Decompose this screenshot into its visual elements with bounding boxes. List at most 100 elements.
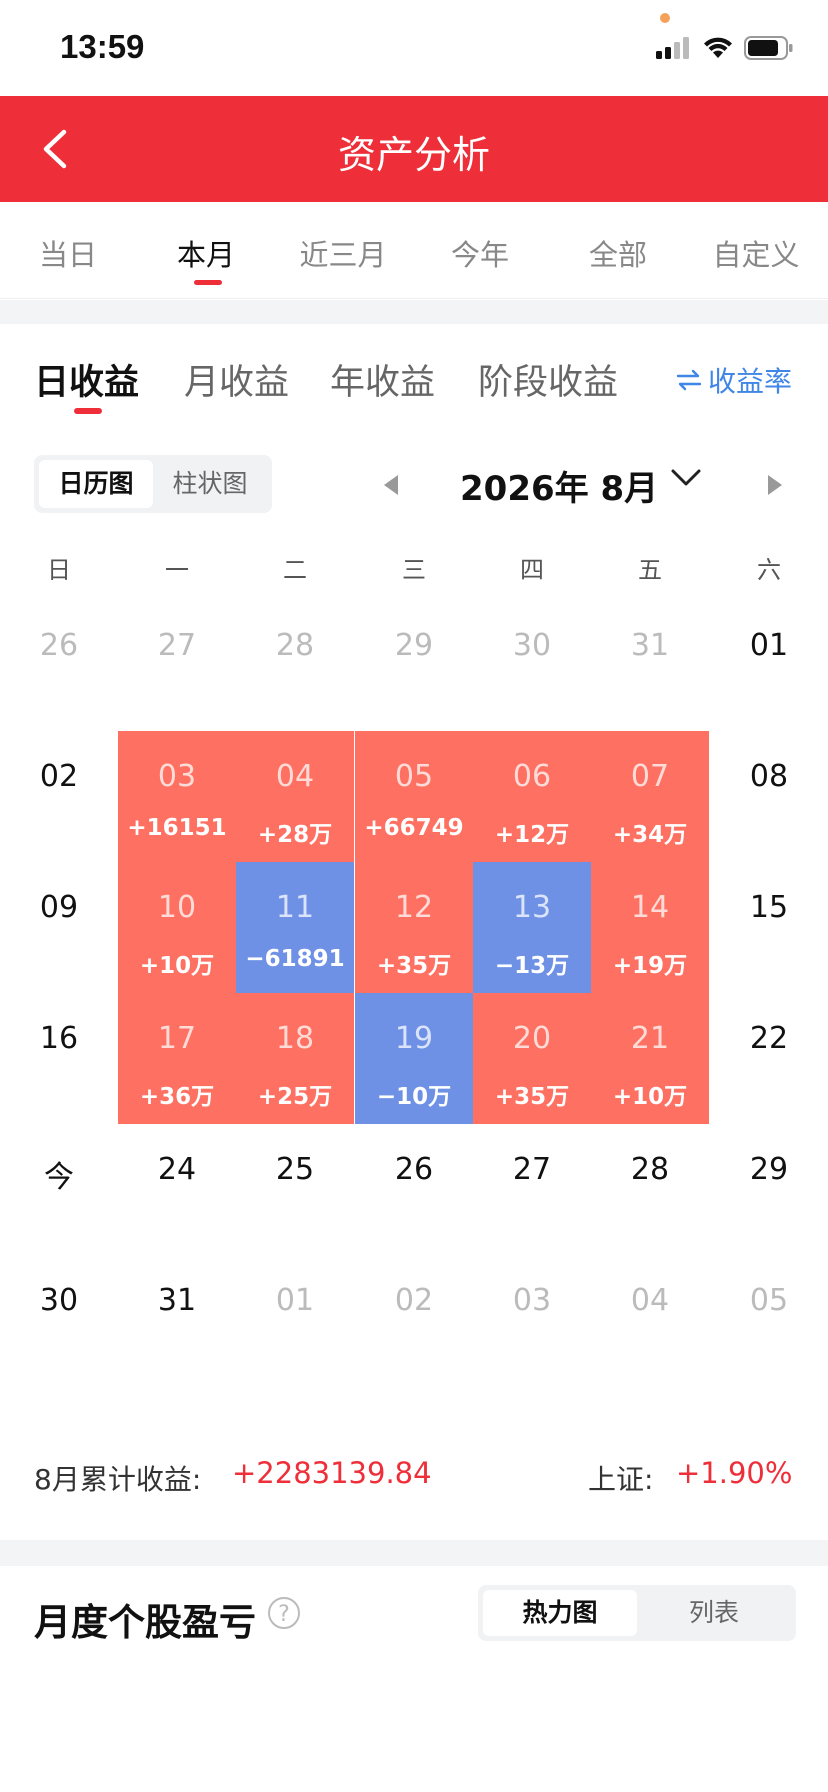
weekday-label: 三 xyxy=(402,556,426,584)
day-number: 18 xyxy=(275,1021,315,1056)
tab-today[interactable]: 当日 xyxy=(8,232,128,274)
calendar-day[interactable]: 16 xyxy=(0,993,118,1124)
daily-return-value: +10万 xyxy=(612,1084,688,1110)
bar-view-button[interactable]: 柱状图 xyxy=(153,460,267,508)
tab-all[interactable]: 全部 xyxy=(558,232,678,274)
tab-this-month[interactable]: 本月 xyxy=(146,232,266,274)
calendar-day-with-return[interactable]: 19 −10万 xyxy=(355,993,473,1124)
tab-monthly-return[interactable]: 月收益 xyxy=(184,354,289,405)
list-button[interactable]: 列表 xyxy=(637,1590,791,1636)
day-number: 22 xyxy=(749,1021,789,1056)
calendar-day[interactable]: 今 xyxy=(0,1124,118,1255)
tab-daily-return[interactable]: 日收益 xyxy=(34,354,139,405)
calendar-day-with-return[interactable]: 06 +12万 xyxy=(473,731,591,862)
day-number: 04 xyxy=(275,759,315,794)
day-number: 07 xyxy=(630,759,670,794)
battery-icon xyxy=(744,36,793,60)
return-type-tabs: 日收益 月收益 年收益 阶段收益 收益率 xyxy=(0,324,828,424)
calendar-day[interactable]: 25 xyxy=(236,1124,354,1255)
calendar-day[interactable]: 02 xyxy=(355,1255,473,1386)
daily-return-value: +25万 xyxy=(257,1084,333,1110)
tab-stage-return[interactable]: 阶段收益 xyxy=(478,354,618,405)
calendar-grid: 26 27 28 29 30 31 01 02 03 +16151 04 +28万 05 +66749 06… xyxy=(0,600,828,1318)
day-number: 29 xyxy=(394,628,434,663)
calendar-day[interactable]: 29 xyxy=(355,600,473,731)
calendar-day-with-return[interactable]: 10 +10万 xyxy=(118,862,236,993)
next-month-icon[interactable] xyxy=(768,475,782,495)
tab-this-year[interactable]: 今年 xyxy=(420,232,540,274)
day-number: 08 xyxy=(749,759,789,794)
daily-return-value: +10万 xyxy=(139,953,215,979)
calendar-day[interactable]: 26 xyxy=(0,600,118,731)
return-rate-link[interactable]: 收益率 xyxy=(676,360,792,400)
calendar-day[interactable]: 08 xyxy=(710,731,828,862)
tab-three-months[interactable]: 近三月 xyxy=(283,232,403,274)
calendar-day[interactable]: 26 xyxy=(355,1124,473,1255)
calendar-day-with-return[interactable]: 12 +35万 xyxy=(355,862,473,993)
tab-yearly-return[interactable]: 年收益 xyxy=(330,354,435,405)
day-number: 14 xyxy=(630,890,670,925)
section-divider xyxy=(0,1540,828,1566)
calendar-day[interactable]: 01 xyxy=(236,1255,354,1386)
chevron-down-icon[interactable] xyxy=(670,465,702,491)
calendar-day[interactable]: 27 xyxy=(118,600,236,731)
calendar-day[interactable]: 04 xyxy=(591,1255,709,1386)
calendar-day[interactable]: 28 xyxy=(591,1124,709,1255)
calendar-day[interactable]: 30 xyxy=(0,1255,118,1386)
calendar-day[interactable]: 15 xyxy=(710,862,828,993)
calendar-day[interactable]: 02 xyxy=(0,731,118,862)
calendar-day[interactable]: 03 xyxy=(473,1255,591,1386)
calendar-day-with-return[interactable]: 17 +36万 xyxy=(118,993,236,1124)
calendar-day-with-return[interactable]: 14 +19万 xyxy=(591,862,709,993)
day-number: 24 xyxy=(157,1152,197,1187)
day-number: 20 xyxy=(512,1021,552,1056)
day-number: 01 xyxy=(749,628,789,663)
day-number: 05 xyxy=(394,759,434,794)
status-time: 13:59 xyxy=(60,28,145,65)
calendar-day[interactable]: 27 xyxy=(473,1124,591,1255)
day-number: 27 xyxy=(512,1152,552,1187)
calendar-day[interactable]: 30 xyxy=(473,600,591,731)
calendar-day-with-return[interactable]: 21 +10万 xyxy=(591,993,709,1124)
day-number: 09 xyxy=(39,890,79,925)
daily-return-value: +12万 xyxy=(494,822,570,848)
calendar-day[interactable]: 09 xyxy=(0,862,118,993)
heatmap-button[interactable]: 热力图 xyxy=(483,1590,637,1636)
calendar-day-with-return[interactable]: 03 +16151 xyxy=(118,731,236,862)
tab-custom[interactable]: 自定义 xyxy=(696,232,816,274)
calendar-day[interactable]: 01 xyxy=(710,600,828,731)
index-label: 上证: xyxy=(588,1463,654,1496)
day-number: 25 xyxy=(275,1152,315,1187)
calendar-day[interactable]: 31 xyxy=(118,1255,236,1386)
weekday-header: 日 一 二 三 四 五 六 xyxy=(0,550,828,590)
index-value: +1.90% xyxy=(676,1456,793,1490)
calendar-day[interactable]: 24 xyxy=(118,1124,236,1255)
day-number: 03 xyxy=(512,1283,552,1318)
prev-month-icon[interactable] xyxy=(384,475,398,495)
daily-return-value: +19万 xyxy=(612,953,688,979)
status-bar: 13:59 xyxy=(0,0,828,96)
month-summary: 8月累计收益: +2283139.84 上证: +1.90% xyxy=(0,1440,828,1520)
calendar-day[interactable]: 05 xyxy=(710,1255,828,1386)
calendar-day[interactable]: 28 xyxy=(236,600,354,731)
calendar-day-with-return[interactable]: 13 −13万 xyxy=(473,862,591,993)
cumulative-return-label: 8月累计收益: xyxy=(34,1463,202,1496)
calendar-day-with-return[interactable]: 05 +66749 xyxy=(355,731,473,862)
calendar-day[interactable]: 22 xyxy=(710,993,828,1124)
active-tab-indicator xyxy=(194,280,222,285)
help-icon[interactable]: ? xyxy=(268,1597,300,1629)
calendar-day-with-return[interactable]: 11 −61891 xyxy=(236,862,354,993)
month-label[interactable]: 2026年 8月 xyxy=(460,461,658,510)
calendar-day[interactable]: 31 xyxy=(591,600,709,731)
weekday-label: 六 xyxy=(757,556,781,584)
calendar-day-with-return[interactable]: 04 +28万 xyxy=(236,731,354,862)
day-number: 31 xyxy=(157,1283,197,1318)
day-number: 05 xyxy=(749,1283,789,1318)
privacy-indicator-dot xyxy=(660,13,670,23)
calendar-day-with-return[interactable]: 20 +35万 xyxy=(473,993,591,1124)
calendar-day-with-return[interactable]: 18 +25万 xyxy=(236,993,354,1124)
calendar-view-button[interactable]: 日历图 xyxy=(39,460,153,508)
calendar-day-with-return[interactable]: 07 +34万 xyxy=(591,731,709,862)
calendar-day[interactable]: 29 xyxy=(710,1124,828,1255)
period-tabs: 当日 本月 近三月 今年 全部 自定义 xyxy=(0,202,828,299)
